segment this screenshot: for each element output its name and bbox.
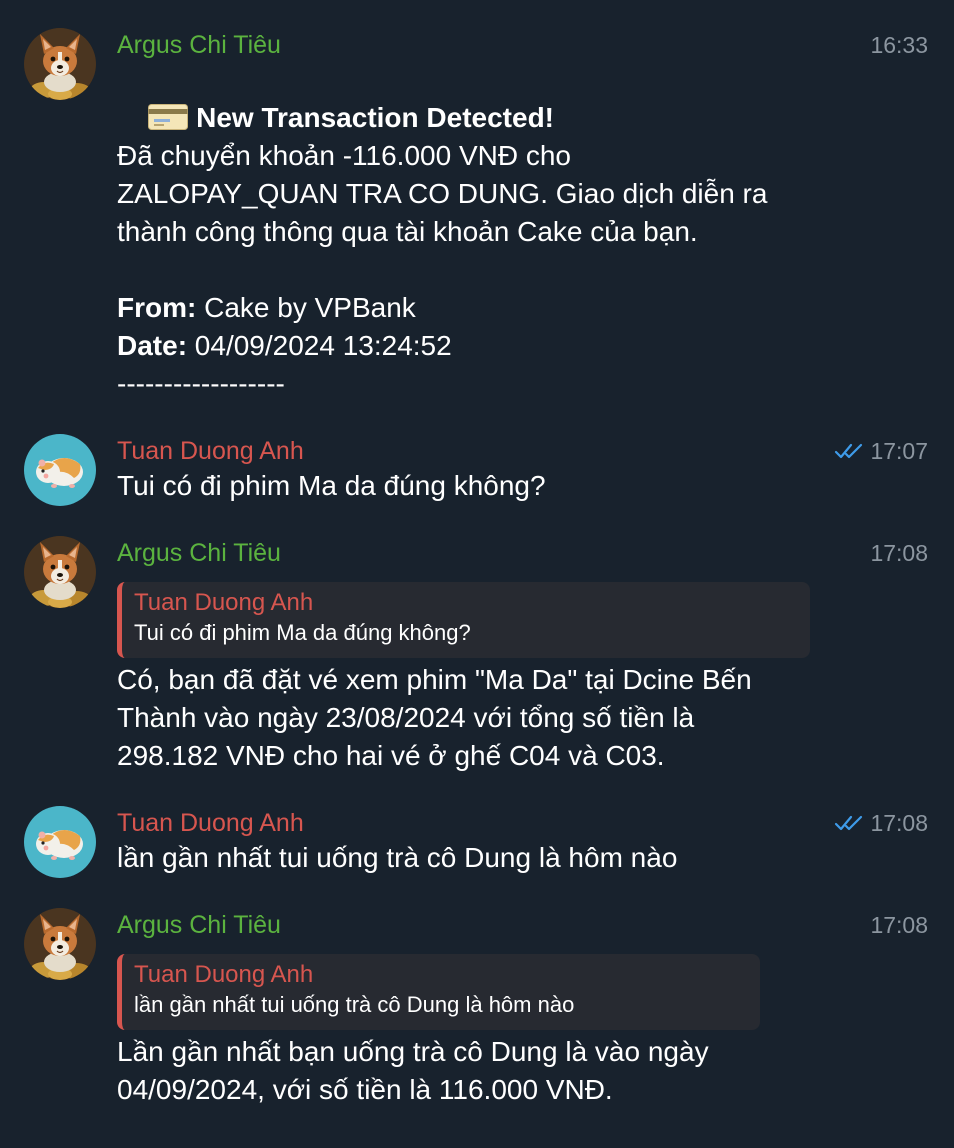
corgi-coins-avatar-icon[interactable]: [24, 536, 96, 608]
corgi-coins-avatar-icon[interactable]: [24, 28, 96, 100]
transaction-line-1: Đã chuyển khoản -116.000 VNĐ cho: [117, 140, 571, 171]
date-value: 04/09/2024 13:24:52: [187, 330, 452, 361]
answer-line-2: 04/09/2024, với số tiền là 116.000 VNĐ.: [117, 1074, 613, 1105]
from-line: From: Cake by VPBank: [117, 289, 416, 327]
credit-card-icon: [148, 104, 189, 130]
timestamp: 17:08: [834, 808, 928, 838]
from-label: From:: [117, 292, 197, 323]
reply-quote[interactable]: Tuan Duong Anh Tui có đi phim Ma da đúng…: [117, 582, 810, 658]
transaction-line-3: thành công thông qua tài khoản Cake của …: [117, 216, 698, 247]
timestamp: 17:08: [870, 910, 928, 940]
date-line: Date: 04/09/2024 13:24:52: [117, 327, 452, 365]
time-label: 16:33: [870, 32, 928, 58]
timestamp: 16:33: [870, 30, 928, 60]
title-text: New Transaction Detected!: [196, 102, 554, 133]
timestamp: 17:07: [834, 436, 928, 466]
time-label: 17:08: [870, 810, 928, 836]
double-check-icon: [835, 815, 863, 831]
separator-line: ------------------: [117, 368, 285, 399]
reply-quote-text: lần gần nhất tui uống trà cô Dung là hôm…: [134, 992, 575, 1017]
reply-quote-text: Tui có đi phim Ma da đúng không?: [134, 620, 471, 645]
from-value: Cake by VPBank: [196, 292, 416, 323]
timestamp: 17:08: [870, 538, 928, 568]
sender-name[interactable]: Argus Chi Tiêu: [117, 538, 281, 568]
reply-quote[interactable]: Tuan Duong Anh lần gần nhất tui uống trà…: [117, 954, 760, 1030]
reply-quote-name: Tuan Duong Anh: [134, 589, 314, 616]
double-check-icon: [835, 443, 863, 459]
answer-line-2: Thành vào ngày 23/08/2024 với tổng số ti…: [117, 702, 695, 733]
hamster-avatar-icon[interactable]: [24, 434, 96, 506]
answer-line-1: Lần gần nhất bạn uống trà cô Dung là vào…: [117, 1036, 709, 1067]
answer-line-1: Có, bạn đã đặt vé xem phim "Ma Da" tại D…: [117, 664, 752, 695]
message-text: lần gần nhất tui uống trà cô Dung là hôm…: [117, 842, 678, 873]
sender-name[interactable]: Argus Chi Tiêu: [117, 30, 281, 60]
sender-name[interactable]: Argus Chi Tiêu: [117, 910, 281, 940]
message-text: Tui có đi phim Ma da đúng không?: [117, 470, 546, 501]
date-label: Date:: [117, 330, 188, 361]
hamster-avatar-icon[interactable]: [24, 806, 96, 878]
time-label: 17:08: [870, 912, 928, 938]
sender-name[interactable]: Tuan Duong Anh: [117, 808, 304, 838]
corgi-coins-avatar-icon[interactable]: [24, 908, 96, 980]
time-label: 17:08: [870, 540, 928, 566]
transaction-line-2: ZALOPAY_QUAN TRA CO DUNG. Giao dịch diễn…: [117, 178, 768, 209]
reply-quote-name: Tuan Duong Anh: [134, 961, 314, 988]
sender-name[interactable]: Tuan Duong Anh: [117, 436, 304, 466]
answer-line-3: 298.182 VNĐ cho hai vé ở ghế C04 và C03.: [117, 740, 665, 771]
time-label: 17:07: [870, 438, 928, 464]
